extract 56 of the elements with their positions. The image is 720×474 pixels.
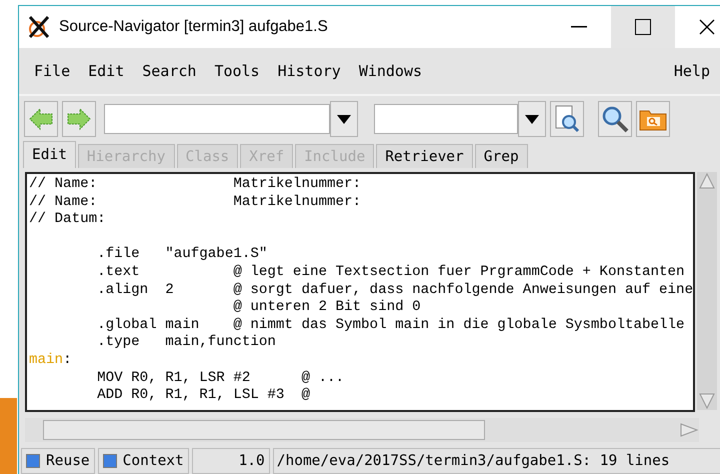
scroll-right-icon [679, 421, 699, 439]
forward-button[interactable] [62, 101, 96, 137]
menu-item[interactable]: Windows [350, 62, 432, 80]
back-button[interactable] [24, 101, 58, 137]
code-line: .align 2 @ sorgt dafuer, dass nachfolgende Anweisungen auf eine [96, 282, 693, 300]
caret-icon [525, 114, 539, 124]
tab[interactable]: Grep [474, 144, 528, 168]
checkbox-label: Reuse [46, 453, 90, 469]
menu-item[interactable]: Edit [79, 62, 134, 80]
code-line: // Name: Matrikelnummer: [29, 176, 362, 194]
cursor-position: 1.0 [192, 448, 270, 474]
code-line: .type main,function [96, 334, 277, 352]
file-status: /home/eva/2017SS/termin3/aufgabe1.S: 19 lines [272, 448, 720, 474]
caret-icon [337, 114, 351, 124]
tab[interactable]: Edit [23, 141, 76, 168]
search-button[interactable] [598, 101, 632, 137]
forward-arrow-icon [66, 106, 92, 132]
code-line: .global main @ nimmt das Symbol main in die globale Sysmboltabelle [96, 316, 686, 334]
code-line: .file "aufgabe1.S" [96, 246, 268, 264]
menu-item[interactable]: Help [664, 62, 719, 80]
menu-item[interactable]: File [25, 62, 80, 80]
symbol-combo-field[interactable] [104, 104, 330, 134]
close-icon [699, 19, 715, 35]
tab[interactable]: Retriever [376, 144, 473, 168]
dropdown-button[interactable] [330, 101, 358, 137]
code-line: main: [29, 352, 73, 370]
scroll-down-icon [697, 392, 717, 410]
maximize-button[interactable] [611, 6, 675, 48]
checkbox[interactable]: Reuse [21, 448, 95, 474]
menu-item[interactable]: History [268, 62, 350, 80]
menu-item[interactable]: Tools [205, 62, 269, 80]
browse-folder-button[interactable] [636, 101, 670, 137]
find-in-document-button[interactable] [550, 101, 584, 137]
scroll-thumb[interactable] [43, 420, 485, 440]
pattern-combo-field[interactable] [374, 104, 518, 134]
vertical-scrollbar[interactable] [697, 172, 717, 410]
maximize-icon [635, 19, 651, 35]
code-editor[interactable] [25, 172, 695, 412]
search-icon [601, 105, 629, 133]
scroll-up-icon [697, 172, 717, 190]
x-logo-icon [27, 15, 51, 39]
back-arrow-icon [28, 106, 54, 132]
code-line: ADD R0, R1, R1, LSL #3 @ [96, 387, 311, 405]
checkbox[interactable]: Context [98, 448, 189, 474]
code-line: // Name: Matrikelnummer: [29, 194, 362, 212]
code-line: .text @ legt eine Textsection fuer PrgrammCode + Konstanten [96, 264, 686, 282]
checkbox-label: Context [122, 453, 184, 469]
minimize-icon [571, 26, 587, 28]
code-line: MOV R0, R1, LSR #2 @ ... [96, 370, 346, 388]
window-title: Source-Navigator [termin3] aufgabe1.S [59, 18, 329, 36]
document-search-icon [554, 105, 580, 133]
code-line: @ unteren 2 Bit sind 0 [232, 299, 422, 317]
dropdown-button[interactable] [518, 101, 546, 137]
code-line: // Datum: [29, 211, 107, 229]
menu-item[interactable]: Search [133, 62, 206, 80]
horizontal-scrollbar[interactable] [25, 418, 699, 442]
